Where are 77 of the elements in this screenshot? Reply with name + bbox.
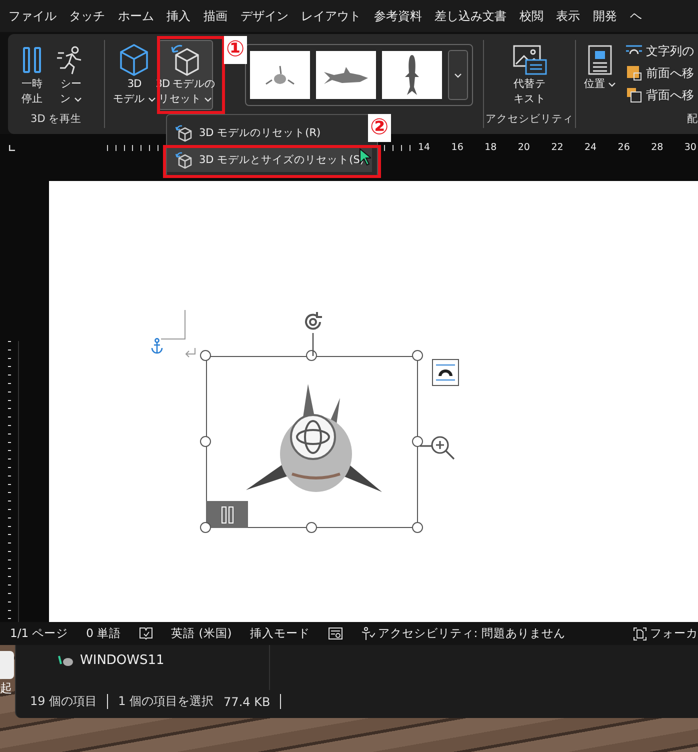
ribbon-button[interactable]: シー ン	[52, 40, 90, 110]
accessibility-icon	[360, 626, 375, 640]
margin-corner-mark	[161, 310, 186, 340]
status-text: フォーカ	[650, 626, 698, 641]
resize-handle[interactable]	[412, 522, 423, 533]
paragraph-mark-icon	[184, 348, 196, 358]
macro-recording-icon[interactable]	[328, 627, 343, 640]
group-label: アクセシビリティ	[486, 112, 574, 127]
status-text: 1 個の項目を選択	[118, 693, 214, 710]
tab-stop-icon[interactable]	[9, 145, 15, 151]
focus-button[interactable]: フォーカ	[633, 626, 698, 641]
ribbon-button[interactable]: 位置	[580, 40, 620, 110]
menu-tab[interactable]: タッチ	[62, 4, 112, 28]
group-label: 3D を再生	[30, 112, 82, 127]
pause-icon	[21, 46, 43, 74]
position-icon	[586, 44, 613, 76]
bring-forward-icon	[626, 65, 642, 81]
menu-tab[interactable]: 挿入	[160, 4, 198, 28]
shark-front-thumbnail	[265, 65, 296, 85]
resize-handle[interactable]	[306, 350, 317, 361]
gallery-thumbnail[interactable]	[250, 51, 310, 99]
ruler-number: 30	[684, 142, 698, 154]
menu-tab[interactable]: ヘ	[623, 4, 648, 28]
resize-handle[interactable]	[412, 436, 423, 447]
shark-top-thumbnail	[405, 55, 420, 95]
connector-line	[312, 333, 314, 356]
status-text[interactable]: 0 単語	[86, 626, 122, 641]
ribbon-button[interactable]: 3D モデル	[113, 40, 156, 110]
send-backward-icon	[626, 87, 642, 103]
layout-options-icon[interactable]	[432, 359, 459, 386]
resize-handle[interactable]	[200, 436, 211, 447]
menu-tab[interactable]: デザイン	[234, 4, 295, 28]
menu-tab[interactable]: 描画	[197, 4, 234, 28]
status-text: 77.4 KB	[224, 694, 270, 708]
menu-item[interactable]: 3D モデルのリセット(R)	[167, 120, 329, 145]
3d-rotate-icon	[289, 413, 337, 461]
menu-tab[interactable]: 開発	[586, 4, 624, 28]
resize-handle[interactable]	[412, 350, 423, 361]
gallery-thumbnail[interactable]	[382, 51, 442, 99]
resize-handle[interactable]	[306, 522, 317, 533]
ribbon-command[interactable]: 背面へ移	[626, 84, 694, 106]
menu-tab[interactable]: 表示	[550, 4, 587, 28]
step-number: ②	[368, 114, 391, 142]
status-text[interactable]: 1/1 ページ	[10, 626, 68, 641]
cube-icon	[118, 43, 150, 77]
anchor-icon	[151, 338, 163, 354]
ribbon-command[interactable]: 文字列の	[626, 40, 694, 62]
gallery-more-button[interactable]	[448, 50, 468, 100]
book-icon[interactable]	[139, 627, 154, 640]
group-label: 配	[687, 112, 698, 127]
alt-text-icon	[512, 44, 548, 76]
menu-tab[interactable]: レイアウト	[294, 4, 368, 28]
menu-tab[interactable]: 校閲	[513, 4, 550, 28]
desktop-icon-label[interactable]: 起	[0, 680, 12, 697]
menu-tab[interactable]: ファイル	[2, 4, 63, 28]
ribbon-button[interactable]: 代替テ キスト	[508, 40, 552, 110]
status-text: 19 個の項目	[30, 693, 98, 710]
cube-reset-icon	[175, 150, 193, 168]
ribbon-command[interactable]: 前面へ移	[626, 62, 694, 84]
pause-overlay-icon[interactable]	[206, 501, 248, 528]
resize-handle[interactable]	[200, 350, 211, 361]
file-item[interactable]: WINDOWS11	[58, 653, 164, 668]
cube-reset-icon	[175, 124, 193, 142]
menu-tab[interactable]: ホーム	[112, 4, 160, 28]
caret-icon	[454, 72, 462, 78]
menu-tab[interactable]: 参考資料	[367, 4, 428, 28]
menu-tab[interactable]: 差し込み文書	[428, 4, 514, 28]
shark-side-thumbnail	[324, 66, 368, 84]
focus-icon	[633, 626, 647, 640]
gallery-thumbnail[interactable]	[316, 51, 376, 99]
cube-reset-icon	[169, 43, 202, 77]
drive-icon	[58, 654, 74, 668]
ribbon-button[interactable]: 一時 停止	[14, 40, 50, 110]
resize-handle[interactable]	[200, 522, 211, 533]
status-text[interactable]: 英語 (米国)	[171, 626, 232, 641]
step-number: ①	[224, 36, 247, 64]
status-text[interactable]: 挿入モード	[250, 626, 310, 641]
